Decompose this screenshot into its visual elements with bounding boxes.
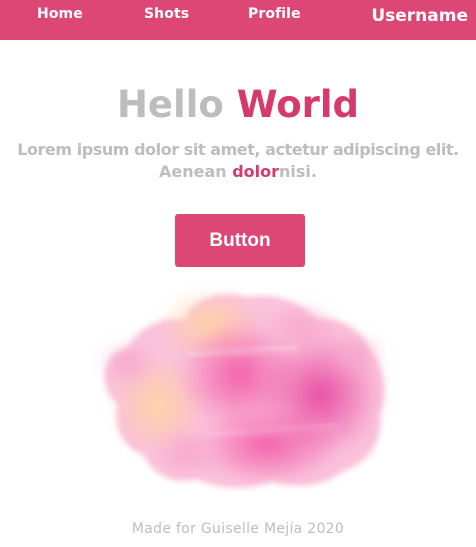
- footer-credit: Made for Guiselle Mejía 2020: [131, 521, 345, 537]
- subtitle-prefix: Aenean: [158, 162, 233, 181]
- nav-link-home[interactable]: Home: [37, 6, 83, 22]
- watercolor-blob-image: [100, 289, 386, 488]
- subtitle-suffix: nisi.: [279, 162, 317, 181]
- subtitle-line-1: Lorem ipsum dolor sit amet, actetur adip…: [17, 140, 459, 159]
- username-menu[interactable]: Username: [371, 6, 468, 26]
- hero-subtitle: Lorem ipsum dolor sit amet, actetur adip…: [0, 139, 476, 183]
- subtitle-accent: dolor: [232, 162, 280, 181]
- title-hello: Hello: [116, 83, 224, 126]
- primary-button[interactable]: Button: [175, 214, 305, 267]
- title-world: World: [236, 83, 360, 126]
- nav-link-profile[interactable]: Profile: [248, 6, 301, 22]
- subtitle-line-2: Aenean dolornisi.: [0, 161, 476, 183]
- page: Home Shots Profile Username Hello World …: [0, 0, 476, 547]
- page-title: Hello World: [0, 82, 476, 128]
- nav-link-shots[interactable]: Shots: [144, 6, 189, 22]
- top-navbar: Home Shots Profile Username: [0, 0, 476, 40]
